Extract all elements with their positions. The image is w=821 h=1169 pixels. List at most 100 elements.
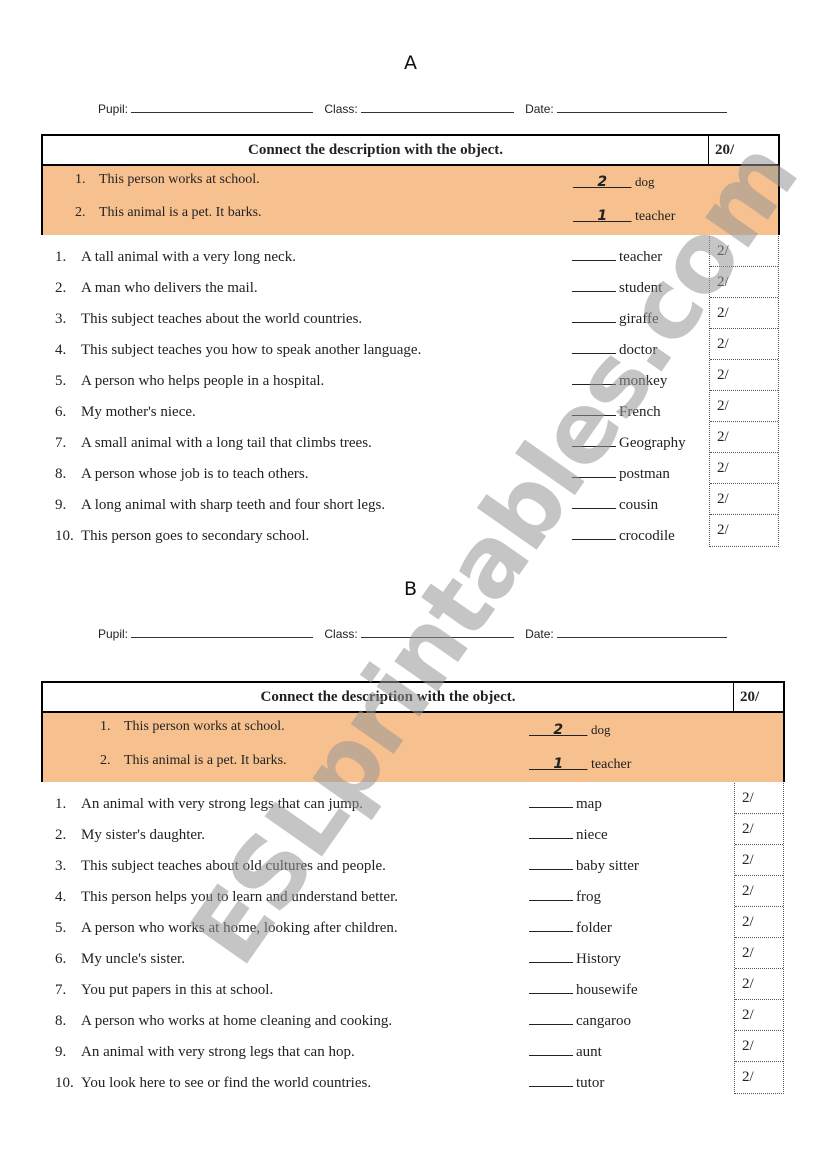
item-row: 4. This person helps you to learn and und… — [55, 882, 398, 913]
item-row: 4. This subject teaches you how to speak … — [55, 335, 421, 366]
score-cell: 2/ — [710, 236, 778, 267]
answer-blank[interactable] — [529, 789, 573, 808]
option-row: tutor — [529, 1068, 604, 1099]
answer-blank[interactable] — [572, 335, 616, 354]
option-word: frog — [576, 889, 601, 905]
item-number: 1. — [55, 249, 67, 265]
item-row: 6. My uncle's sister. — [55, 944, 185, 975]
score-cell: 2/ — [710, 360, 778, 391]
option-row: baby sitter — [529, 851, 639, 882]
example-answer-value: 1 — [553, 756, 564, 772]
item-number: 5. — [55, 373, 67, 389]
score-cell: 2/ — [742, 1069, 754, 1085]
option-row: teacher — [572, 242, 662, 273]
option-word: folder — [576, 920, 612, 936]
answer-blank[interactable] — [572, 521, 616, 540]
score-column: 2/2/2/2/2/2/2/2/2/2/ — [709, 236, 779, 547]
date-label: Date: — [525, 627, 554, 641]
answer-blank[interactable] — [572, 304, 616, 323]
item-row: 5. A person who works at home, looking af… — [55, 913, 398, 944]
item-row: 10. You look here to see or find the worl… — [55, 1068, 371, 1099]
score-cell: 2/ — [735, 938, 783, 969]
option-word: cangaroo — [576, 1013, 631, 1029]
class-field[interactable] — [360, 101, 514, 113]
answer-blank[interactable] — [572, 366, 616, 385]
answer-blank[interactable] — [572, 428, 616, 447]
item-row: 2. A man who delivers the mail. — [55, 273, 258, 304]
option-row: cousin — [572, 490, 658, 521]
item-row: 3. This subject teaches about the world c… — [55, 304, 362, 335]
example-option: dog — [635, 174, 655, 189]
score-cell: 2/ — [735, 783, 783, 814]
answer-blank[interactable] — [572, 459, 616, 478]
answer-blank[interactable] — [572, 273, 616, 292]
item-row: 8. A person whose job is to teach others. — [55, 459, 308, 490]
class-label: Class: — [324, 102, 358, 116]
option-row: folder — [529, 913, 612, 944]
item-description: This person helps you to learn and under… — [81, 889, 399, 905]
instruction-text: Connect the description with the object. — [260, 689, 516, 705]
item-number: 2. — [55, 827, 67, 843]
example-text: This animal is a pet. It barks. — [99, 205, 262, 220]
answer-blank[interactable] — [572, 490, 616, 509]
pupil-field[interactable] — [131, 101, 314, 113]
answer-blank[interactable] — [529, 913, 573, 932]
example-answer-value: 2 — [597, 174, 608, 190]
item-description: A man who delivers the mail. — [81, 280, 258, 296]
item-description: A long animal with sharp teeth and four … — [81, 497, 386, 513]
example-answer-value: 1 — [597, 208, 608, 224]
option-row: cangaroo — [529, 1006, 631, 1037]
option-word: crocodile — [619, 528, 675, 544]
answer-blank[interactable] — [572, 397, 616, 416]
answer-blank[interactable] — [529, 1006, 573, 1025]
item-number: 8. — [55, 1013, 67, 1029]
item-description: My sister's daughter. — [81, 827, 205, 843]
option-row: monkey — [572, 366, 667, 397]
item-row: 7. You put papers in this at school. — [55, 975, 273, 1006]
answer-blank[interactable] — [572, 242, 616, 261]
option-word: student — [619, 280, 663, 296]
answer-blank[interactable] — [529, 851, 573, 870]
example-answer-value: 2 — [553, 722, 564, 738]
item-description: A person who works at home cleaning and … — [81, 1013, 393, 1029]
example-row: 1. This person works at school. — [100, 719, 285, 735]
pupil-field[interactable] — [131, 626, 314, 638]
option-word: baby sitter — [576, 858, 639, 874]
date-field[interactable] — [556, 626, 727, 638]
answer-blank[interactable] — [529, 820, 573, 839]
class-label: Class: — [324, 627, 358, 641]
example-answer: 2 dog — [573, 174, 655, 191]
item-description: You put papers in this at school. — [81, 982, 274, 998]
item-number: 10. — [55, 528, 74, 544]
score-cell: 2/ — [710, 298, 778, 329]
example-option: dog — [591, 722, 611, 737]
example-text: This animal is a pet. It barks. — [124, 753, 287, 768]
option-row: crocodile — [572, 521, 675, 552]
date-field[interactable] — [556, 101, 727, 113]
item-description: This person goes to secondary school. — [81, 528, 310, 544]
score-cell: 2/ — [710, 484, 778, 515]
answer-blank[interactable] — [529, 882, 573, 901]
option-row: housewife — [529, 975, 638, 1006]
answer-blank[interactable] — [529, 944, 573, 963]
answer-blank[interactable] — [529, 1037, 573, 1056]
score-cell: 2/ — [735, 814, 783, 845]
example-number: 1. — [75, 172, 86, 187]
item-description: You look here to see or find the world c… — [81, 1075, 372, 1091]
item-description: My uncle's sister. — [81, 951, 185, 967]
example-answer: 2 dog — [529, 722, 611, 739]
example-row: 2. This animal is a pet. It barks. — [75, 205, 262, 221]
class-field[interactable] — [360, 626, 514, 638]
instruction-table: Connect the description with the object.… — [41, 681, 785, 782]
answer-blank[interactable] — [529, 1068, 573, 1087]
option-word: doctor — [619, 342, 658, 358]
item-number: 8. — [55, 466, 67, 482]
option-word: tutor — [576, 1075, 605, 1091]
item-number: 9. — [55, 497, 67, 513]
option-row: Geography — [572, 428, 686, 459]
instruction-header: Connect the description with the object.… — [43, 136, 778, 166]
item-number: 10. — [55, 1075, 74, 1091]
option-word: aunt — [576, 1044, 602, 1060]
answer-blank[interactable] — [529, 975, 573, 994]
pupil-label: Pupil: — [98, 102, 129, 116]
